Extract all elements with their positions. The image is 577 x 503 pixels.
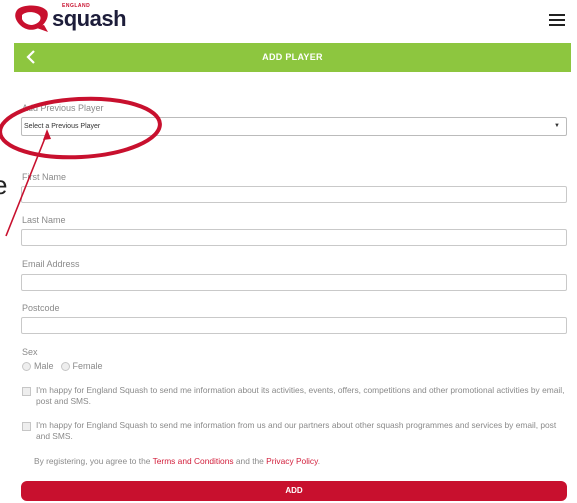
logo-mark-icon bbox=[15, 5, 48, 32]
email-field[interactable] bbox=[21, 274, 567, 291]
email-label: Email Address bbox=[22, 259, 80, 269]
consent-england-squash-text: I'm happy for England Squash to send me … bbox=[36, 385, 565, 406]
page-title-bar: ADD PLAYER bbox=[14, 43, 571, 72]
previous-player-label: Add Previous Player bbox=[22, 103, 104, 113]
postcode-field[interactable] bbox=[21, 317, 567, 334]
page-title: ADD PLAYER bbox=[262, 52, 323, 62]
add-button[interactable]: ADD bbox=[21, 481, 567, 501]
privacy-link[interactable]: Privacy Policy bbox=[266, 456, 318, 466]
last-name-label: Last Name bbox=[22, 215, 66, 225]
legal-notice: By registering, you agree to the Terms a… bbox=[34, 456, 320, 466]
legal-suffix: . bbox=[317, 456, 321, 466]
consent-partners-text: I'm happy for England Squash to send me … bbox=[36, 420, 557, 441]
terms-link[interactable]: Terms and Conditions bbox=[153, 456, 234, 466]
male-radio[interactable] bbox=[22, 361, 31, 371]
consent-partners-checkbox[interactable] bbox=[22, 422, 31, 431]
england-squash-logo[interactable]: ENGLAND squash bbox=[14, 3, 127, 34]
first-name-field[interactable] bbox=[21, 186, 567, 203]
first-name-label: First Name bbox=[22, 172, 67, 182]
logo-wordmark: squash bbox=[52, 6, 127, 31]
annotation-stray-text: e bbox=[0, 170, 8, 200]
female-radio-label[interactable]: Female bbox=[73, 361, 103, 371]
hamburger-menu-icon[interactable] bbox=[549, 14, 565, 26]
consent-england-squash-checkbox[interactable] bbox=[22, 387, 31, 396]
sex-label: Sex bbox=[22, 347, 38, 357]
previous-player-selected-value: Select a Previous Player bbox=[24, 123, 101, 130]
consent-partners-row: I'm happy for England Squash to send me … bbox=[22, 420, 567, 442]
last-name-field[interactable] bbox=[21, 229, 567, 246]
chevron-down-icon: ▼ bbox=[554, 123, 560, 129]
legal-prefix: By registering, you agree to the bbox=[34, 456, 153, 466]
postcode-label: Postcode bbox=[22, 303, 60, 313]
app-header: ENGLAND squash bbox=[0, 0, 577, 42]
previous-player-select[interactable]: Select a Previous Player ▼ bbox=[21, 117, 567, 136]
consent-england-squash-row: I'm happy for England Squash to send me … bbox=[22, 385, 567, 407]
sex-radio-group: Male Female bbox=[22, 361, 103, 371]
male-radio-label[interactable]: Male bbox=[34, 361, 54, 371]
logo-tagline: ENGLAND bbox=[62, 3, 91, 9]
female-radio[interactable] bbox=[60, 361, 70, 371]
logo-text: ENGLAND squash bbox=[52, 3, 127, 33]
legal-middle: and the bbox=[233, 456, 267, 466]
